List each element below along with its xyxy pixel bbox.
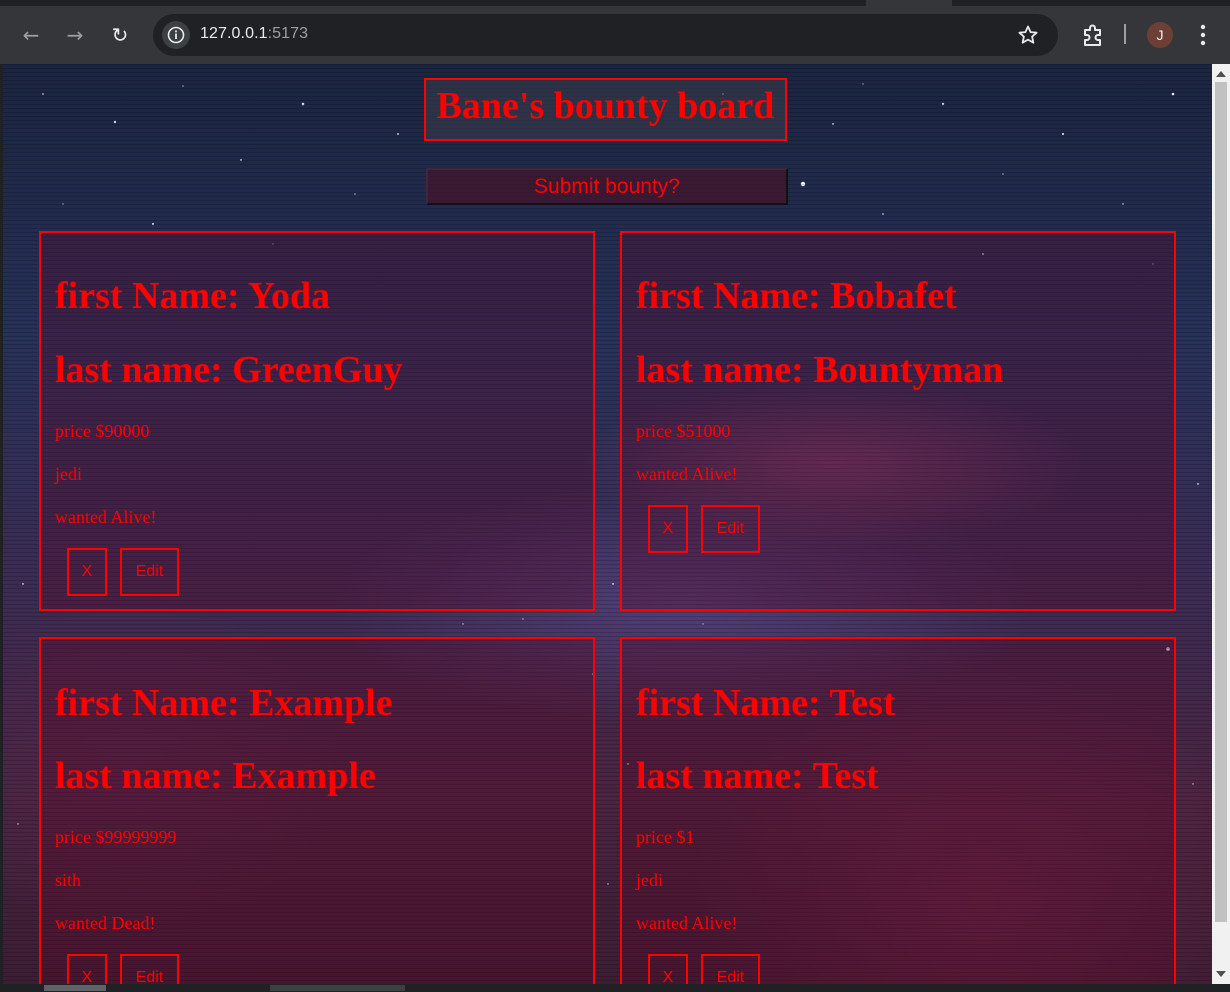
edit-bounty-button[interactable]: Edit [701,954,760,984]
page-viewport: Bane's bounty board Submit bounty? first… [3,64,1212,984]
delete-bounty-button[interactable]: X [648,954,688,984]
bounty-card: first Name: Bobafet last name: Bountyman… [620,231,1176,611]
scroll-up-arrow-icon[interactable] [1216,71,1226,77]
reload-icon[interactable]: ↻ [105,20,135,50]
horizontal-scrollbar[interactable] [0,984,1230,992]
card-last-name: last name: Example [55,755,376,797]
card-side: jedi [55,464,82,484]
edit-bounty-button[interactable]: Edit [120,548,179,596]
browser-toolbar: ← → ↻ 127.0.0.1:5173 J [0,0,1230,64]
bounty-card: first Name: Example last name: Example p… [39,637,595,984]
card-first-name: first Name: Test [636,682,896,724]
url-host: 127.0.0.1 [200,25,268,42]
card-first-name: first Name: Yoda [55,275,331,317]
edit-bounty-button[interactable]: Edit [701,505,760,553]
url-text: 127.0.0.1:5173 [200,25,308,43]
bounty-card: first Name: Yoda last name: GreenGuy pri… [39,231,595,611]
card-last-name: last name: Bountyman [636,349,1004,391]
card-side: jedi [636,870,663,890]
page-title: Bane's bounty board [436,85,775,127]
delete-bounty-button[interactable]: X [648,505,688,553]
card-wanted-status: wanted Dead! [55,913,156,933]
card-wanted-status: wanted Alive! [636,464,738,484]
card-wanted-status: wanted Alive! [636,913,738,933]
forward-icon[interactable]: → [60,20,90,50]
horizontal-scrollbar-track-segment [270,985,405,991]
tab-strip [0,0,1230,6]
vertical-scrollbar[interactable] [1212,64,1230,984]
toolbar-divider [1124,24,1126,44]
delete-bounty-button[interactable]: X [67,548,107,596]
card-price: price $51000 [636,421,731,441]
card-first-name: first Name: Bobafet [636,275,957,317]
delete-bounty-button[interactable]: X [67,954,107,984]
active-tab-edge [866,0,952,6]
submit-bounty-button[interactable]: Submit bounty? [426,168,788,205]
card-last-name: last name: Test [636,755,879,797]
address-bar[interactable]: 127.0.0.1:5173 [153,14,1058,56]
site-info-icon[interactable] [162,21,190,49]
url-port: :5173 [267,25,309,42]
horizontal-scrollbar-thumb[interactable] [44,985,106,991]
card-price: price $99999999 [55,827,177,847]
bookmark-star-icon[interactable] [1016,23,1040,47]
back-icon[interactable]: ← [16,20,46,50]
card-first-name: first Name: Example [55,682,393,724]
scroll-down-arrow-icon[interactable] [1216,971,1226,977]
bounty-card: first Name: Test last name: Test price $… [620,637,1176,984]
card-last-name: last name: GreenGuy [55,349,403,391]
profile-avatar[interactable]: J [1147,22,1173,48]
card-price: price $90000 [55,421,150,441]
card-wanted-status: wanted Alive! [55,507,157,527]
card-price: price $1 [636,827,695,847]
extensions-puzzle-icon[interactable] [1080,22,1106,48]
scrollbar-thumb[interactable] [1215,82,1227,922]
kebab-menu-icon[interactable] [1193,22,1213,48]
card-side: sith [55,870,82,890]
edit-bounty-button[interactable]: Edit [120,954,179,984]
page-title-box: Bane's bounty board [424,78,787,141]
